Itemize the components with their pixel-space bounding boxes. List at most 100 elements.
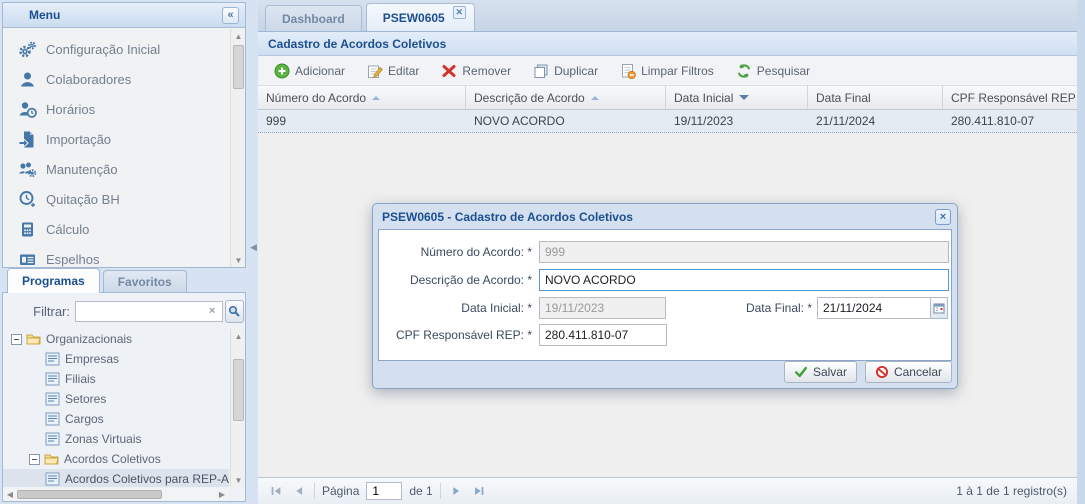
tree-node-acordos-coletivos[interactable]: Acordos Coletivos (3, 449, 229, 469)
tree-node-filiais[interactable]: Filiais (3, 369, 229, 389)
tree-node-cargos[interactable]: Cargos (3, 409, 229, 429)
menu-item-label: Horários (46, 102, 95, 117)
descricao-input[interactable] (539, 269, 949, 291)
first-page-button[interactable] (268, 483, 284, 499)
sort-asc-icon (591, 96, 599, 100)
close-tab-icon[interactable]: ✕ (453, 6, 466, 19)
scroll-left-icon[interactable]: ◀ (3, 488, 17, 501)
folder-icon (26, 332, 41, 346)
collapse-menu-button[interactable]: « (222, 7, 239, 24)
edit-icon (367, 63, 383, 79)
grid-toolbar: Adicionar Editar Remover Duplicar Limpar… (258, 56, 1077, 86)
cpf-input[interactable] (539, 324, 667, 346)
tree-node-zonas-virtuais[interactable]: Zonas Virtuais (3, 429, 229, 449)
clear-filter-icon[interactable]: × (209, 305, 223, 317)
form-leaf-icon (45, 352, 60, 366)
date-picker-button[interactable] (931, 297, 948, 319)
prev-page-button[interactable] (291, 483, 307, 499)
refresh-icon (736, 63, 752, 79)
tab-dashboard[interactable]: Dashboard (265, 5, 362, 31)
scrollbar-thumb[interactable] (233, 359, 244, 421)
menu-header: Menu « (3, 3, 245, 28)
tree-node-label: Empresas (65, 352, 119, 366)
tab-label: PSEW0605 (383, 11, 445, 25)
tab-label: Favoritos (118, 275, 172, 289)
column-menu-icon[interactable] (739, 95, 749, 100)
column-header-cpf-responsavel-rep[interactable]: CPF Responsável REP (943, 86, 1077, 109)
salvar-button[interactable]: Salvar (784, 361, 857, 383)
remover-button[interactable]: Remover (433, 60, 519, 82)
tab-label: Programas (22, 274, 85, 288)
tab-psew0605[interactable]: PSEW0605 ✕ (366, 3, 475, 31)
menu-item-label: Espelhos (46, 252, 99, 267)
tree-hscrollbar[interactable]: ◀ ▶ (3, 488, 229, 501)
menu-item-label: Cálculo (46, 222, 89, 237)
last-page-button[interactable] (471, 483, 487, 499)
page-number-input[interactable] (366, 482, 402, 500)
menu-item-quitacao-bh[interactable]: Quitação BH (3, 184, 229, 214)
column-label: CPF Responsável REP (951, 91, 1076, 105)
clock-icon (18, 190, 37, 209)
content-panel-header: Cadastro de Acordos Coletivos (258, 32, 1077, 56)
scrollbar-thumb[interactable] (17, 490, 162, 499)
menu-item-configuracao-inicial[interactable]: Configuração Inicial (3, 34, 229, 64)
data-final-input[interactable] (817, 297, 931, 319)
next-page-icon (449, 484, 463, 498)
scroll-up-icon[interactable]: ▲ (232, 29, 245, 43)
menu-title: Menu (29, 8, 60, 22)
data-final-label: Data Final: * (674, 301, 812, 315)
numero-input[interactable] (539, 241, 949, 263)
form-leaf-icon (45, 412, 60, 426)
tab-favoritos[interactable]: Favoritos (103, 270, 187, 293)
menu-scrollbar[interactable]: ▲ ▼ (230, 29, 245, 267)
dialog-close-icon[interactable]: × (935, 209, 951, 225)
cell-data-inicial: 19/11/2023 (666, 110, 808, 132)
tree-node-empresas[interactable]: Empresas (3, 349, 229, 369)
filter-input[interactable] (75, 301, 223, 322)
column-header-data-final[interactable]: Data Final (808, 86, 943, 109)
tab-programas[interactable]: Programas (7, 268, 100, 293)
column-header-numero-do-acordo[interactable]: Número do Acordo (258, 86, 466, 109)
tree-node-organizacionais[interactable]: Organizacionais (3, 329, 229, 349)
limpar-filtros-button[interactable]: Limpar Filtros (612, 60, 722, 82)
menu-item-colaboradores[interactable]: Colaboradores (3, 64, 229, 94)
menu-item-calculo[interactable]: Cálculo (3, 214, 229, 244)
menu-item-importacao[interactable]: Importação (3, 124, 229, 154)
column-header-data-inicial[interactable]: Data Inicial (666, 86, 808, 109)
adicionar-button[interactable]: Adicionar (266, 60, 353, 82)
sidebar-splitter[interactable]: ◀ (248, 0, 258, 504)
tree-node-label: Acordos Coletivos (64, 452, 161, 466)
tree-node-setores[interactable]: Setores (3, 389, 229, 409)
dialog-psew0605: PSEW0605 - Cadastro de Acordos Coletivos… (372, 203, 958, 389)
tree-vscrollbar[interactable]: ▲ ▼ (230, 329, 245, 487)
duplicar-button[interactable]: Duplicar (525, 60, 606, 82)
grid-row-selected[interactable]: 999 NOVO ACORDO 19/11/2023 21/11/2024 28… (258, 110, 1077, 133)
nav-body: Filtrar: × Organizacionais Empresas (2, 292, 246, 502)
cancelar-button[interactable]: Cancelar (865, 361, 952, 383)
next-page-button[interactable] (448, 483, 464, 499)
dialog-titlebar[interactable]: PSEW0605 - Cadastro de Acordos Coletivos… (373, 204, 957, 229)
menu-item-manutencao[interactable]: Manutenção (3, 154, 229, 184)
filter-search-button[interactable] (225, 300, 244, 323)
data-inicial-input[interactable] (539, 297, 666, 319)
scroll-up-icon[interactable]: ▲ (232, 329, 245, 343)
collapse-sidebar-icon[interactable]: ◀ (250, 242, 257, 253)
tree-node-label: Organizacionais (46, 332, 132, 346)
editar-button[interactable]: Editar (359, 60, 427, 82)
toolbar-label: Adicionar (295, 64, 345, 78)
data-inicial-label: Data Inicial: * (379, 301, 532, 315)
person-clock-icon (18, 100, 37, 119)
tree-node-acordos-coletivos-rep-a[interactable]: Acordos Coletivos para REP-A (3, 469, 229, 487)
collapse-node-icon[interactable] (29, 454, 40, 465)
first-page-icon (269, 484, 283, 498)
pesquisar-button[interactable]: Pesquisar (728, 60, 818, 82)
scroll-down-icon[interactable]: ▼ (232, 253, 245, 267)
scroll-down-icon[interactable]: ▼ (232, 473, 245, 487)
menu-item-horarios[interactable]: Horários (3, 94, 229, 124)
collapse-node-icon[interactable] (11, 334, 22, 345)
filter-label: Filtrar: (3, 304, 75, 319)
cell-numero: 999 (258, 110, 466, 132)
scroll-right-icon[interactable]: ▶ (215, 488, 229, 501)
column-header-descricao-de-acordo[interactable]: Descrição de Acordo (466, 86, 666, 109)
scrollbar-thumb[interactable] (233, 45, 244, 89)
